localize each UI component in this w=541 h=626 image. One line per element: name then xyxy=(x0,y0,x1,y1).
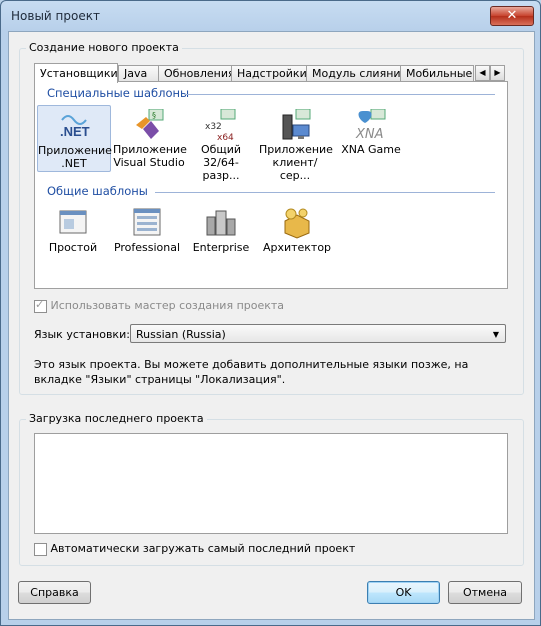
language-select[interactable]: Russian (Russia) ▼ xyxy=(130,324,506,343)
template-professional[interactable]: Professional xyxy=(111,203,183,258)
template-architect[interactable]: Архитектор xyxy=(261,203,333,258)
template-label: Приложение клиент/сер... xyxy=(259,143,333,182)
chevron-left-icon: ◀ xyxy=(479,68,486,77)
auto-load-checkbox-label: Автоматически загружать самый последний … xyxy=(50,542,356,555)
template-32-64[interactable]: x32 x64 Общий 32/64-разр... xyxy=(185,105,257,182)
template-visual-studio[interactable]: § Приложение Visual Studio xyxy=(113,105,187,170)
language-select-value: Russian (Russia) xyxy=(136,328,226,341)
chevron-down-icon: ▼ xyxy=(492,330,499,339)
cancel-button[interactable]: Отмена xyxy=(448,581,522,604)
general-templates-divider xyxy=(155,192,495,193)
tab-scroll-left-button[interactable]: ◀ xyxy=(475,65,490,81)
xna-icon: XNA xyxy=(355,108,387,142)
svg-text:x32: x32 xyxy=(205,122,222,132)
help-button[interactable]: Справка xyxy=(18,581,91,604)
chevron-right-icon: ▶ xyxy=(494,68,501,77)
x32-x64-icon: x32 x64 xyxy=(205,108,237,143)
template-label: Enterprise xyxy=(192,241,250,254)
template-label: Простой xyxy=(48,241,98,254)
svg-text:§: § xyxy=(152,111,156,120)
load-last-group-label: Загрузка последнего проекта xyxy=(26,412,207,425)
language-note: Это язык проекта. Вы можете добавить доп… xyxy=(34,358,469,386)
new-project-group-label: Создание нового проекта xyxy=(26,41,182,54)
auto-load-checkbox[interactable] xyxy=(34,542,47,556)
template-label: XNA Game xyxy=(341,143,401,156)
client-server-icon xyxy=(279,108,311,141)
template-dotnet[interactable]: .NET Приложение .NET xyxy=(37,105,112,172)
svg-text:x64: x64 xyxy=(217,133,234,141)
dotnet-icon: .NET xyxy=(58,110,90,142)
auto-load-checkbox-row[interactable]: Автоматически загружать самый последний … xyxy=(34,542,355,556)
template-enterprise[interactable]: Enterprise xyxy=(185,203,257,258)
tab-addins[interactable]: Надстройки xyxy=(231,65,308,82)
language-label: Язык установки: xyxy=(34,328,130,341)
template-label: Архитектор xyxy=(262,241,332,254)
tab-installers[interactable]: Установщики xyxy=(34,63,118,83)
template-label: Приложение Visual Studio xyxy=(113,143,187,169)
template-label: Приложение .NET xyxy=(38,144,112,170)
professional-icon xyxy=(131,207,163,239)
svg-text:XNA: XNA xyxy=(355,127,384,141)
installers-tab-panel: Специальные шаблоны .NET Приложение .NET… xyxy=(34,81,508,289)
template-xna-game[interactable]: XNA XNA Game xyxy=(335,105,407,170)
simple-icon xyxy=(57,207,89,239)
title-bar[interactable]: Новый проект ✕ xyxy=(1,1,540,31)
recent-project-list[interactable] xyxy=(34,433,508,534)
special-templates-title: Специальные шаблоны xyxy=(47,86,190,100)
special-templates-divider xyxy=(185,94,495,95)
template-simple[interactable]: Простой xyxy=(37,203,109,258)
visual-studio-icon: § xyxy=(133,108,165,141)
wizard-checkbox[interactable] xyxy=(34,298,47,313)
tab-updates[interactable]: Обновления xyxy=(158,65,232,82)
enterprise-icon xyxy=(205,207,237,239)
tab-scroll-right-button[interactable]: ▶ xyxy=(490,65,505,81)
architect-icon xyxy=(281,207,313,239)
wizard-checkbox-label: Использовать мастер создания проекта xyxy=(50,299,285,312)
ok-button[interactable]: OK xyxy=(367,581,440,604)
svg-text:.NET: .NET xyxy=(60,124,90,139)
wizard-checkbox-row[interactable]: Использовать мастер создания проекта xyxy=(34,298,285,313)
close-icon: ✕ xyxy=(506,8,518,23)
close-button[interactable]: ✕ xyxy=(490,6,534,26)
template-tabs: Установщики Java Обновления Надстройки М… xyxy=(27,63,505,83)
tab-mobile[interactable]: Мобильные п xyxy=(400,65,474,82)
tab-java[interactable]: Java xyxy=(118,65,159,82)
template-label: Общий 32/64-разр... xyxy=(200,143,242,182)
window-title: Новый проект xyxy=(11,9,100,23)
template-client-server[interactable]: Приложение клиент/сер... xyxy=(259,105,333,182)
template-label: Professional xyxy=(113,241,181,254)
general-templates-title: Общие шаблоны xyxy=(47,184,148,198)
tab-merge-module[interactable]: Модуль слияния xyxy=(306,65,404,82)
